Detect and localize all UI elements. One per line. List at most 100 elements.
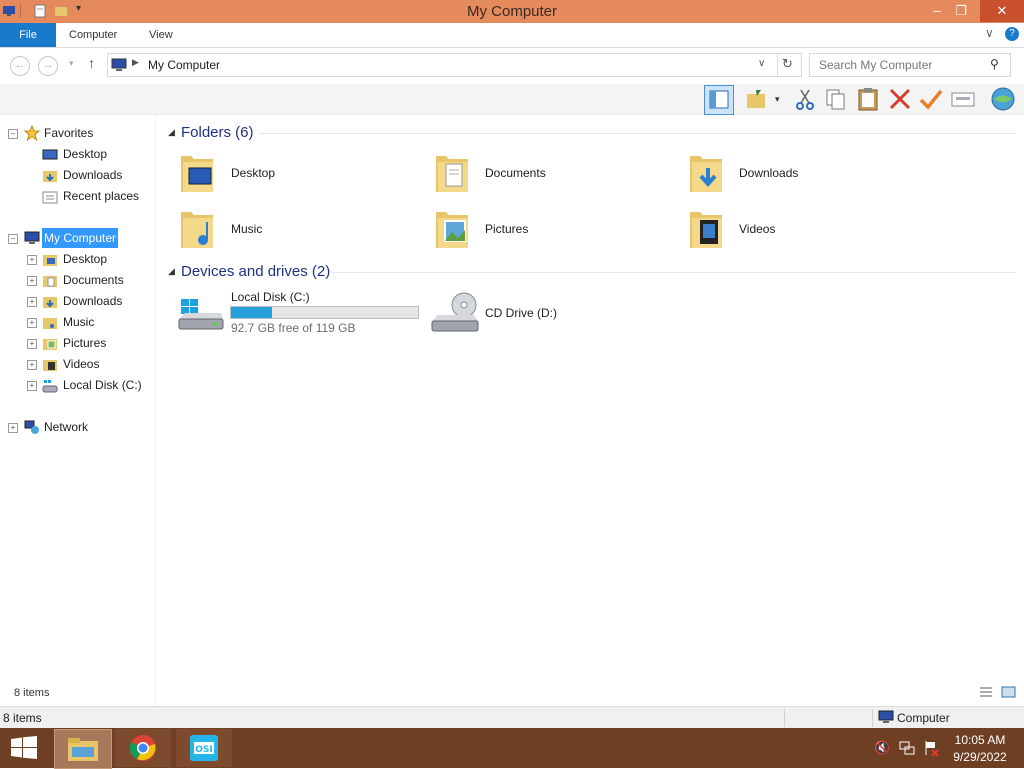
expand-network-toggle[interactable]: + [8, 423, 18, 433]
taskbar-chrome[interactable] [115, 729, 171, 767]
up-arrow-icon[interactable]: ↑ [88, 55, 95, 71]
cut-icon[interactable] [792, 86, 818, 112]
properties-icon[interactable] [950, 86, 976, 112]
collapse-favorites-toggle[interactable]: − [8, 129, 18, 139]
collapse-folders-group-icon[interactable]: ◢ [168, 127, 175, 138]
tree-pictures[interactable]: Pictures [63, 333, 106, 353]
folder-tile-music[interactable]: Music [175, 204, 415, 256]
ribbon-tabs: File Computer View ∨ ? [0, 23, 1024, 48]
forward-button[interactable]: → [38, 56, 58, 76]
tree-downloads[interactable]: Downloads [63, 291, 122, 311]
tab-computer[interactable]: Computer [69, 23, 117, 47]
help-icon[interactable]: ? [1005, 27, 1019, 41]
tree-music[interactable]: Music [63, 312, 94, 332]
breadcrumb-my-computer[interactable]: My Computer [148, 58, 220, 72]
folder-tile-downloads[interactable]: Downloads [684, 148, 924, 200]
status-location: Computer [897, 711, 950, 725]
file-explorer-icon [68, 738, 98, 761]
preview-pane-button[interactable] [704, 85, 734, 115]
desktop-folder-icon [43, 255, 57, 266]
disk-usage-bar [230, 306, 419, 319]
taskbar-app-osi[interactable]: OSI [176, 729, 232, 767]
tab-view[interactable]: View [149, 23, 173, 47]
tree-fav-desktop[interactable]: Desktop [63, 144, 107, 164]
breadcrumb-chevron-icon[interactable]: ▶ [132, 57, 139, 68]
expand-music-toggle[interactable]: + [27, 318, 37, 328]
tree-fav-recent-places[interactable]: Recent places [63, 186, 139, 206]
rename-icon[interactable] [918, 86, 944, 112]
tree-desktop[interactable]: Desktop [63, 249, 107, 269]
folder-tile-documents[interactable]: Documents [430, 148, 670, 200]
status-item-count: 8 items [3, 711, 42, 725]
folder-options-icon[interactable] [744, 86, 770, 112]
downloads-folder-icon [43, 297, 57, 308]
search-icon[interactable]: ⚲ [990, 57, 999, 71]
osi-app-icon: OSI [190, 735, 218, 761]
recent-locations-icon[interactable]: ▾ [69, 58, 74, 69]
recent-places-icon [42, 191, 58, 204]
close-button[interactable]: ✕ [980, 0, 1024, 22]
expand-ribbon-icon[interactable]: ∨ [985, 26, 994, 40]
address-dropdown-icon[interactable]: ∨ [758, 58, 765, 69]
tree-local-disk[interactable]: Local Disk (C:) [63, 375, 142, 395]
tree-fav-downloads[interactable]: Downloads [63, 165, 122, 185]
back-button[interactable]: ← [10, 56, 30, 76]
folder-tile-desktop[interactable]: Desktop [175, 148, 415, 200]
tab-file[interactable]: File [0, 23, 56, 47]
search-input[interactable]: Search My Computer ⚲ [809, 53, 1011, 77]
computer-icon [878, 710, 894, 723]
documents-folder-icon [436, 156, 468, 192]
tree-documents[interactable]: Documents [63, 270, 124, 290]
action-center-flag-icon[interactable] [923, 740, 939, 756]
expand-local-disk-toggle[interactable]: + [27, 381, 37, 391]
tree-my-computer[interactable]: My Computer [42, 228, 119, 248]
delete-icon[interactable] [887, 86, 913, 112]
tree-favorites[interactable]: Favorites [44, 123, 93, 143]
paste-icon[interactable] [855, 86, 881, 112]
address-bar[interactable]: ▶ My Computer ∨ ↻ [107, 53, 802, 77]
taskbar: OSI 🔇 10:05 AM 9/29/2022 [0, 728, 1024, 769]
videos-folder-icon [690, 212, 722, 248]
clock-time[interactable]: 10:05 AM [945, 733, 1015, 747]
pictures-folder-icon [43, 339, 57, 350]
taskbar-file-explorer[interactable] [54, 729, 112, 769]
window-title: My Computer [466, 3, 558, 20]
copy-icon[interactable] [823, 86, 849, 112]
downloads-folder-icon [690, 156, 722, 192]
volume-muted-icon[interactable]: 🔇 [874, 740, 890, 756]
collapse-drives-group-icon[interactable]: ◢ [168, 266, 175, 277]
drive-tile-local-disk[interactable]: Local Disk (C:) 92.7 GB free of 119 GB [175, 287, 425, 339]
network-globe-icon[interactable] [990, 86, 1016, 112]
expand-desktop-toggle[interactable]: + [27, 255, 37, 265]
large-icons-view-icon[interactable] [1001, 686, 1016, 698]
expand-downloads-toggle[interactable]: + [27, 297, 37, 307]
drives-group-header[interactable]: Devices and drives (2) [181, 263, 330, 280]
folder-tile-videos[interactable]: Videos [684, 204, 924, 256]
refresh-icon[interactable]: ↻ [782, 56, 793, 72]
maximize-button[interactable]: ❐ [946, 0, 976, 22]
drive-name: Local Disk (C:) [231, 290, 310, 304]
tree-videos[interactable]: Videos [63, 354, 99, 374]
tree-network[interactable]: Network [44, 417, 88, 437]
title-bar: ▾ My Computer – ❐ ✕ [0, 0, 1024, 23]
desktop-icon [42, 149, 58, 160]
network-status-icon[interactable] [899, 740, 915, 756]
music-folder-icon [181, 212, 213, 248]
collapse-my-computer-toggle[interactable]: − [8, 234, 18, 244]
expand-videos-toggle[interactable]: + [27, 360, 37, 370]
folder-tile-pictures[interactable]: Pictures [430, 204, 670, 256]
expand-documents-toggle[interactable]: + [27, 276, 37, 286]
folders-group-header[interactable]: Folders (6) [181, 124, 254, 141]
folder-label: Desktop [231, 166, 276, 180]
folder-options-dropdown-icon[interactable]: ▾ [775, 94, 780, 105]
drive-free-space: 92.7 GB free of 119 GB [231, 321, 356, 335]
videos-folder-icon [43, 360, 57, 371]
status-bar: 8 items Computer [0, 706, 1024, 729]
drive-tile-cd[interactable]: CD Drive (D:) [430, 287, 670, 339]
expand-pictures-toggle[interactable]: + [27, 339, 37, 349]
folder-label: Videos [739, 222, 776, 236]
local-disk-icon [42, 380, 58, 393]
start-windows-icon[interactable] [10, 736, 38, 760]
details-view-icon[interactable] [979, 686, 993, 698]
clock-date[interactable]: 9/29/2022 [945, 750, 1015, 764]
